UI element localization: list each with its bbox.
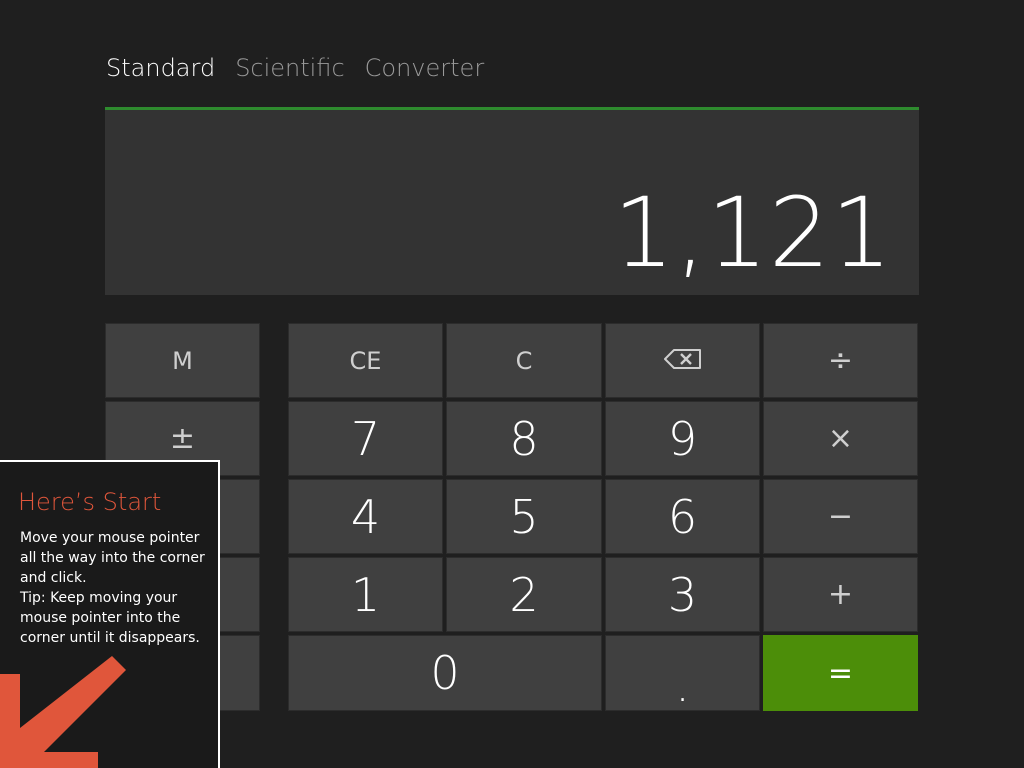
tab-converter[interactable]: Converter bbox=[365, 54, 485, 82]
divide-button[interactable]: ÷ bbox=[763, 323, 918, 398]
plus-minus-label: ± bbox=[169, 421, 196, 456]
tab-standard[interactable]: Standard bbox=[106, 54, 215, 82]
digit-4-button[interactable]: 4 bbox=[288, 479, 443, 554]
decimal-button[interactable]: . bbox=[605, 635, 760, 712]
subtract-button[interactable]: − bbox=[763, 479, 918, 554]
memory-label: M bbox=[172, 346, 193, 375]
arrow-down-left-icon bbox=[0, 652, 130, 768]
start-tip-line: Move your mouse pointer bbox=[20, 530, 200, 546]
digit-6-button[interactable]: 6 bbox=[605, 479, 760, 554]
digit-5-button[interactable]: 5 bbox=[446, 479, 602, 554]
digit-0-label: 0 bbox=[430, 646, 460, 700]
divide-label: ÷ bbox=[827, 343, 854, 378]
digit-2-button[interactable]: 2 bbox=[446, 557, 602, 632]
digit-9-label: 9 bbox=[667, 411, 698, 466]
decimal-label: . bbox=[675, 658, 690, 712]
clear-button[interactable]: C bbox=[446, 323, 602, 398]
start-tip-line: all the way into the corner bbox=[20, 550, 205, 566]
mode-tabs: Standard Scientific Converter bbox=[106, 54, 484, 82]
digit-3-button[interactable]: 3 bbox=[605, 557, 760, 632]
digit-2-label: 2 bbox=[509, 567, 539, 622]
start-tip-line: corner until it disappears. bbox=[20, 630, 200, 646]
backspace-button[interactable] bbox=[605, 323, 760, 398]
start-tip-popup: Here’s Start Move your mouse pointer all… bbox=[0, 460, 220, 768]
calculator-app: Standard Scientific Converter 1,121 M ± … bbox=[0, 0, 1024, 768]
memory-button[interactable]: M bbox=[105, 323, 260, 398]
tab-scientific[interactable]: Scientific bbox=[235, 54, 344, 82]
backspace-icon bbox=[663, 347, 702, 375]
digit-0-button[interactable]: 0 bbox=[288, 635, 602, 711]
digit-4-label: 4 bbox=[350, 489, 381, 544]
start-tip-title: Here’s Start bbox=[18, 488, 162, 516]
result-display: 1,121 bbox=[105, 107, 919, 295]
digit-8-button[interactable]: 8 bbox=[446, 401, 602, 476]
digit-6-label: 6 bbox=[667, 489, 698, 544]
equals-label: = bbox=[827, 655, 854, 691]
start-tip-body: Move your mouse pointer all the way into… bbox=[20, 528, 210, 648]
multiply-label: × bbox=[827, 421, 854, 456]
digit-3-label: 3 bbox=[667, 567, 698, 622]
digit-8-label: 8 bbox=[509, 411, 539, 466]
clear-entry-label: CE bbox=[349, 346, 382, 375]
digit-1-label: 1 bbox=[350, 567, 381, 622]
digit-7-label: 7 bbox=[350, 411, 381, 466]
multiply-button[interactable]: × bbox=[763, 401, 918, 476]
start-tip-line: mouse pointer into the bbox=[20, 610, 181, 626]
start-tip-line: and click. bbox=[20, 570, 87, 586]
clear-entry-button[interactable]: CE bbox=[288, 323, 443, 398]
display-value: 1,121 bbox=[613, 177, 893, 289]
add-button[interactable]: + bbox=[763, 557, 918, 632]
digit-7-button[interactable]: 7 bbox=[288, 401, 443, 476]
digit-9-button[interactable]: 9 bbox=[605, 401, 760, 476]
clear-label: C bbox=[515, 346, 533, 375]
subtract-label: − bbox=[827, 499, 854, 534]
equals-button[interactable]: = bbox=[763, 635, 918, 711]
digit-1-button[interactable]: 1 bbox=[288, 557, 443, 632]
digit-5-label: 5 bbox=[509, 489, 539, 544]
start-tip-line: Tip: Keep moving your bbox=[20, 590, 178, 606]
add-label: + bbox=[827, 577, 854, 612]
